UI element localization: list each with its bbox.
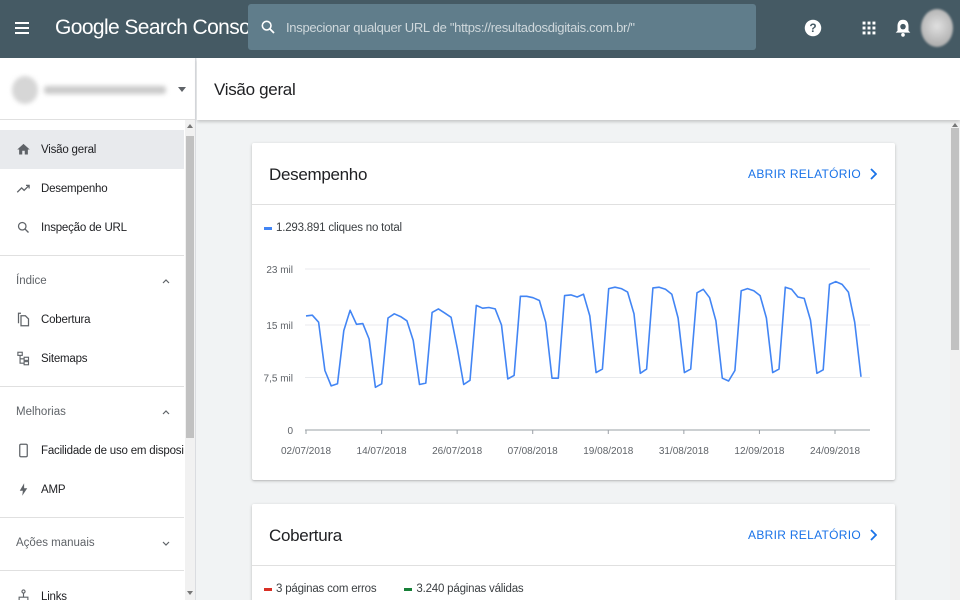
home-icon <box>17 143 30 155</box>
chevron-up-icon <box>162 410 170 415</box>
legend-swatch-errors <box>264 587 272 591</box>
smartphone-icon <box>19 443 28 458</box>
open-report-link[interactable]: ABRIR RELATÓRIO <box>748 167 877 181</box>
svg-text:?: ? <box>809 21 816 35</box>
scroll-up-icon[interactable] <box>952 123 958 127</box>
legend-valid-label: 3.240 páginas válidas <box>416 583 524 595</box>
x-tick-label: 07/08/2018 <box>508 446 558 457</box>
legend-swatch-valid <box>404 587 413 591</box>
sidebar-item-label: Visão geral <box>41 143 97 156</box>
menu-icon[interactable] <box>14 19 34 39</box>
links-icon <box>18 589 29 600</box>
sidebar-item-label: Cobertura <box>41 313 91 326</box>
scroll-down-icon[interactable] <box>187 591 193 595</box>
sidebar-item-amp[interactable]: AMP <box>0 470 184 509</box>
page-header: Visão geral <box>197 58 960 120</box>
sidebar-item-overview[interactable]: Visão geral <box>0 130 184 169</box>
top-app-bar: Google Search Console ? <box>0 0 960 58</box>
x-tick-label: 26/07/2018 <box>432 446 482 457</box>
divider <box>0 570 184 571</box>
coverage-legend: 3 páginas com erros 3.240 páginas válida… <box>264 583 524 595</box>
y-tick-label: 7,5 mil <box>264 374 293 385</box>
legend-errors: 3 páginas com erros <box>264 583 377 595</box>
sidebar-item-label: Inspeção de URL <box>41 221 127 234</box>
chart-legend: 1.293.891 cliques no total <box>264 222 402 234</box>
chevron-right-icon <box>870 168 877 180</box>
property-favicon <box>12 76 38 104</box>
nav-list: Visão geral Desempenho Inspeção de URL Í… <box>0 130 195 600</box>
search-input[interactable] <box>286 4 746 50</box>
sidebar-item-mobile-usability[interactable]: Facilidade de uso em disposi… <box>0 431 195 470</box>
open-report-link[interactable]: ABRIR RELATÓRIO <box>748 528 877 542</box>
trending-up-icon <box>16 184 30 193</box>
sidebar-item-label: Desempenho <box>41 182 108 195</box>
sidebar-item-coverage[interactable]: Cobertura <box>0 300 184 339</box>
search-icon <box>17 221 29 233</box>
open-report-label: ABRIR RELATÓRIO <box>748 167 861 181</box>
page-title: Visão geral <box>214 80 296 99</box>
url-inspection-search[interactable] <box>248 4 756 50</box>
legend-total-clicks: 1.293.891 cliques no total <box>276 222 402 234</box>
x-tick-label: 19/08/2018 <box>583 446 633 457</box>
property-selector[interactable] <box>0 58 195 120</box>
help-icon[interactable]: ? <box>802 17 824 39</box>
series-line-clicks[interactable] <box>305 280 862 389</box>
legend-errors-label: 3 páginas com erros <box>276 583 377 595</box>
sidebar-item-label: Links <box>41 590 67 600</box>
performance-card: Desempenho ABRIR RELATÓRIO 1.293.891 cli… <box>252 143 895 480</box>
x-tick-label: 02/07/2018 <box>281 446 331 457</box>
apps-grid-icon[interactable] <box>858 17 880 39</box>
legend-swatch <box>264 226 272 230</box>
property-name-redacted <box>44 86 166 94</box>
sidebar-item-label: AMP <box>41 483 66 496</box>
chevron-right-icon <box>870 529 877 541</box>
notifications-icon[interactable] <box>892 17 914 39</box>
file-copy-icon <box>17 312 30 327</box>
navigation-sidebar: Visão geral Desempenho Inspeção de URL Í… <box>0 58 196 600</box>
sidebar-section-manual-actions[interactable]: Ações manuais <box>0 524 184 562</box>
scroll-up-icon[interactable] <box>187 124 193 128</box>
account-avatar[interactable] <box>921 9 953 47</box>
section-title: Índice <box>16 275 47 287</box>
bolt-icon <box>19 483 28 496</box>
sidebar-item-performance[interactable]: Desempenho <box>0 169 184 208</box>
y-tick-label: 23 mil <box>266 265 293 276</box>
divider <box>0 386 184 387</box>
card-header: Cobertura ABRIR RELATÓRIO <box>252 504 895 566</box>
y-tick-label: 0 <box>287 426 293 437</box>
sidebar-item-url-inspection[interactable]: Inspeção de URL <box>0 208 184 247</box>
main-scrollbar-thumb[interactable] <box>951 128 959 350</box>
app-title[interactable]: Google Search Console <box>55 16 266 40</box>
coverage-card: Cobertura ABRIR RELATÓRIO 3 páginas com … <box>252 504 895 600</box>
x-tick-label: 14/07/2018 <box>357 446 407 457</box>
chevron-down-icon <box>178 87 186 92</box>
sidebar-item-label: Sitemaps <box>41 352 88 365</box>
search-icon <box>261 20 275 34</box>
y-tick-label: 15 mil <box>266 321 293 332</box>
x-tick-label: 12/09/2018 <box>734 446 784 457</box>
card-title: Cobertura <box>269 526 342 545</box>
card-title: Desempenho <box>269 165 368 184</box>
chevron-down-icon <box>162 541 170 546</box>
x-tick-label: 24/09/2018 <box>810 446 860 457</box>
legend-valid: 3.240 páginas válidas <box>404 583 524 595</box>
sidebar-item-label: Facilidade de uso em disposi… <box>41 444 196 457</box>
card-header: Desempenho ABRIR RELATÓRIO <box>252 143 895 205</box>
divider <box>0 255 184 256</box>
sidebar-section-index[interactable]: Índice <box>0 262 184 300</box>
sidebar-section-enhancements[interactable]: Melhorias <box>0 393 184 431</box>
section-title: Melhorias <box>16 406 66 418</box>
section-title: Ações manuais <box>16 537 95 549</box>
sitemap-icon <box>17 351 30 366</box>
performance-chart[interactable]: 0 7,5 mil 15 mil 23 mil 02/07/2018 14/07/2018… <box>252 253 895 463</box>
divider <box>0 517 184 518</box>
chevron-up-icon <box>162 279 170 284</box>
sidebar-scrollbar-thumb[interactable] <box>186 136 194 438</box>
open-report-label: ABRIR RELATÓRIO <box>748 528 861 542</box>
sidebar-item-links[interactable]: Links <box>0 577 184 600</box>
x-tick-label: 31/08/2018 <box>659 446 709 457</box>
sidebar-item-sitemaps[interactable]: Sitemaps <box>0 339 184 378</box>
